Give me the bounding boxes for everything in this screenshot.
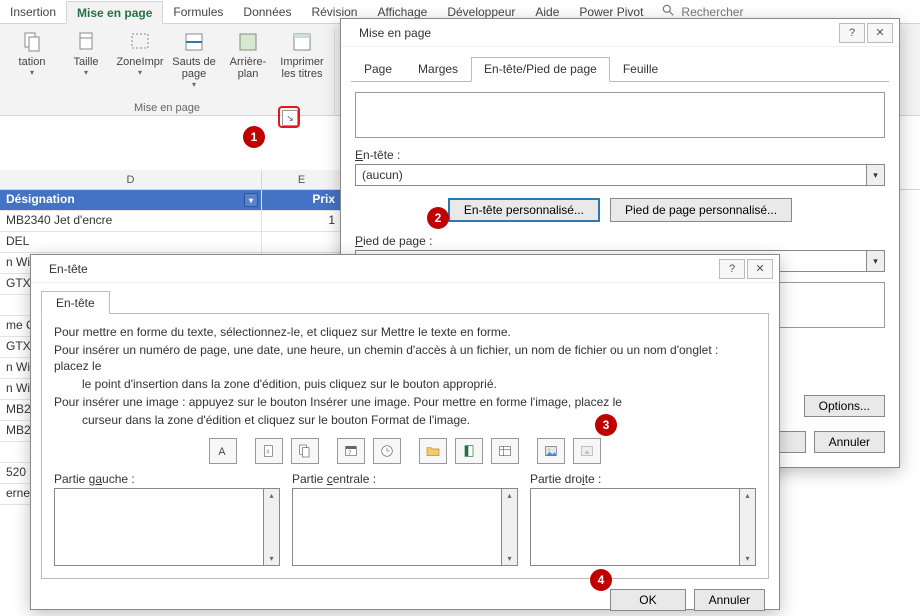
tab-sheet[interactable]: Feuille	[610, 57, 671, 81]
left-section-label: Partie gauche :	[54, 472, 280, 486]
close-button[interactable]: ✕	[747, 259, 773, 279]
tab-insertion[interactable]: Insertion	[0, 1, 66, 22]
format-picture-icon[interactable]	[573, 438, 601, 464]
footer-label: Pied de page :	[355, 234, 885, 248]
background-icon	[236, 30, 260, 54]
size-button[interactable]: Taille ▾	[60, 28, 112, 91]
instruction-text: Pour mettre en forme du texte, sélection…	[54, 324, 756, 340]
dialog-title: Mise en page	[351, 24, 439, 42]
scrollbar[interactable]: ▴▾	[264, 488, 280, 566]
orientation-icon	[20, 30, 44, 54]
svg-text:7: 7	[348, 450, 351, 456]
cell[interactable]: 1	[262, 211, 342, 232]
background-button[interactable]: Arrière-plan	[222, 28, 274, 91]
num-pages-icon[interactable]	[291, 438, 319, 464]
sheet-name-icon[interactable]	[491, 438, 519, 464]
custom-header-button[interactable]: En-tête personnalisé...	[448, 198, 600, 222]
close-button[interactable]: ✕	[867, 23, 893, 43]
orientation-button[interactable]: tation ▾	[6, 28, 58, 91]
scrollbar[interactable]: ▴▾	[502, 488, 518, 566]
chevron-down-icon[interactable]: ▾	[866, 165, 884, 185]
chevron-down-icon: ▾	[138, 68, 142, 77]
ok-button[interactable]: OK	[610, 589, 685, 611]
callout-3: 3	[595, 414, 617, 436]
cell[interactable]	[262, 232, 342, 253]
header-combo[interactable]: (aucun) ▾	[355, 164, 885, 186]
chevron-down-icon[interactable]: ▾	[866, 251, 884, 271]
dialog-title: En-tête	[41, 260, 96, 278]
file-name-icon[interactable]	[455, 438, 483, 464]
instruction-text: Pour insérer un numéro de page, une date…	[54, 342, 756, 374]
date-icon[interactable]: 7	[337, 438, 365, 464]
print-titles-button[interactable]: Imprimer les titres	[276, 28, 328, 91]
instruction-text: curseur dans la zone d'édition et clique…	[54, 412, 756, 428]
tab-donnees[interactable]: Données	[233, 1, 301, 22]
cell[interactable]: DEL	[0, 232, 262, 253]
right-section-input[interactable]	[530, 488, 740, 566]
header-dialog: En-tête ? ✕ En-tête Pour mettre en forme…	[30, 254, 780, 610]
time-icon[interactable]	[373, 438, 401, 464]
right-section-label: Partie droite :	[530, 472, 756, 486]
cancel-button[interactable]: Annuler	[694, 589, 765, 611]
svg-text:A: A	[218, 446, 226, 458]
help-button[interactable]: ?	[719, 259, 745, 279]
col-header-d[interactable]: D	[0, 170, 262, 189]
chevron-down-icon: ▾	[84, 68, 88, 77]
left-section-input[interactable]	[54, 488, 264, 566]
chevron-down-icon: ▾	[30, 68, 34, 77]
breaks-icon	[182, 30, 206, 54]
table-header-prix[interactable]: Prix	[262, 190, 342, 211]
table-header-designation[interactable]: Désignation▾	[0, 190, 262, 211]
instruction-text: Pour insérer une image : appuyez sur le …	[54, 394, 756, 410]
tab-mise-en-page[interactable]: Mise en page	[66, 1, 163, 24]
center-section-label: Partie centrale :	[292, 472, 518, 486]
file-path-icon[interactable]	[419, 438, 447, 464]
options-button[interactable]: Options...	[804, 395, 885, 417]
chevron-down-icon: ▾	[192, 80, 196, 89]
callout-4: 4	[590, 569, 612, 591]
instruction-text: le point d'insertion dans la zone d'édit…	[54, 376, 756, 392]
print-area-button[interactable]: ZoneImpr ▾	[114, 28, 166, 91]
breaks-button[interactable]: Sauts de page ▾	[168, 28, 220, 91]
search-placeholder: Rechercher	[681, 5, 743, 19]
tab-margins[interactable]: Marges	[405, 57, 471, 81]
dialog-launcher[interactable]: ↘	[282, 110, 298, 126]
ribbon-group-name: Mise en page	[134, 102, 200, 116]
format-text-icon[interactable]: A	[209, 438, 237, 464]
scrollbar[interactable]: ▴▾	[740, 488, 756, 566]
col-header-e[interactable]: E	[262, 170, 342, 189]
insert-picture-icon[interactable]	[537, 438, 565, 464]
header-label: En-tête :	[355, 148, 885, 162]
tab-page[interactable]: Page	[351, 57, 405, 81]
filter-button[interactable]: ▾	[244, 193, 258, 207]
tab-header-footer[interactable]: En-tête/Pied de page	[471, 57, 610, 82]
header-preview	[355, 92, 885, 138]
print-area-icon	[128, 30, 152, 54]
callout-1: 1	[243, 126, 265, 148]
tab-header-inner[interactable]: En-tête	[41, 291, 110, 314]
print-titles-icon	[290, 30, 314, 54]
page-number-icon[interactable]: #	[255, 438, 283, 464]
custom-footer-button[interactable]: Pied de page personnalisé...	[610, 198, 792, 222]
help-button[interactable]: ?	[839, 23, 865, 43]
center-section-input[interactable]	[292, 488, 502, 566]
cancel-button[interactable]: Annuler	[814, 431, 885, 453]
callout-2: 2	[427, 207, 449, 229]
svg-text:#: #	[266, 450, 269, 456]
header-toolbar: A # 7	[54, 438, 756, 464]
cell[interactable]: MB2340 Jet d'encre	[0, 211, 262, 232]
tab-formules[interactable]: Formules	[163, 1, 233, 22]
size-icon	[74, 30, 98, 54]
